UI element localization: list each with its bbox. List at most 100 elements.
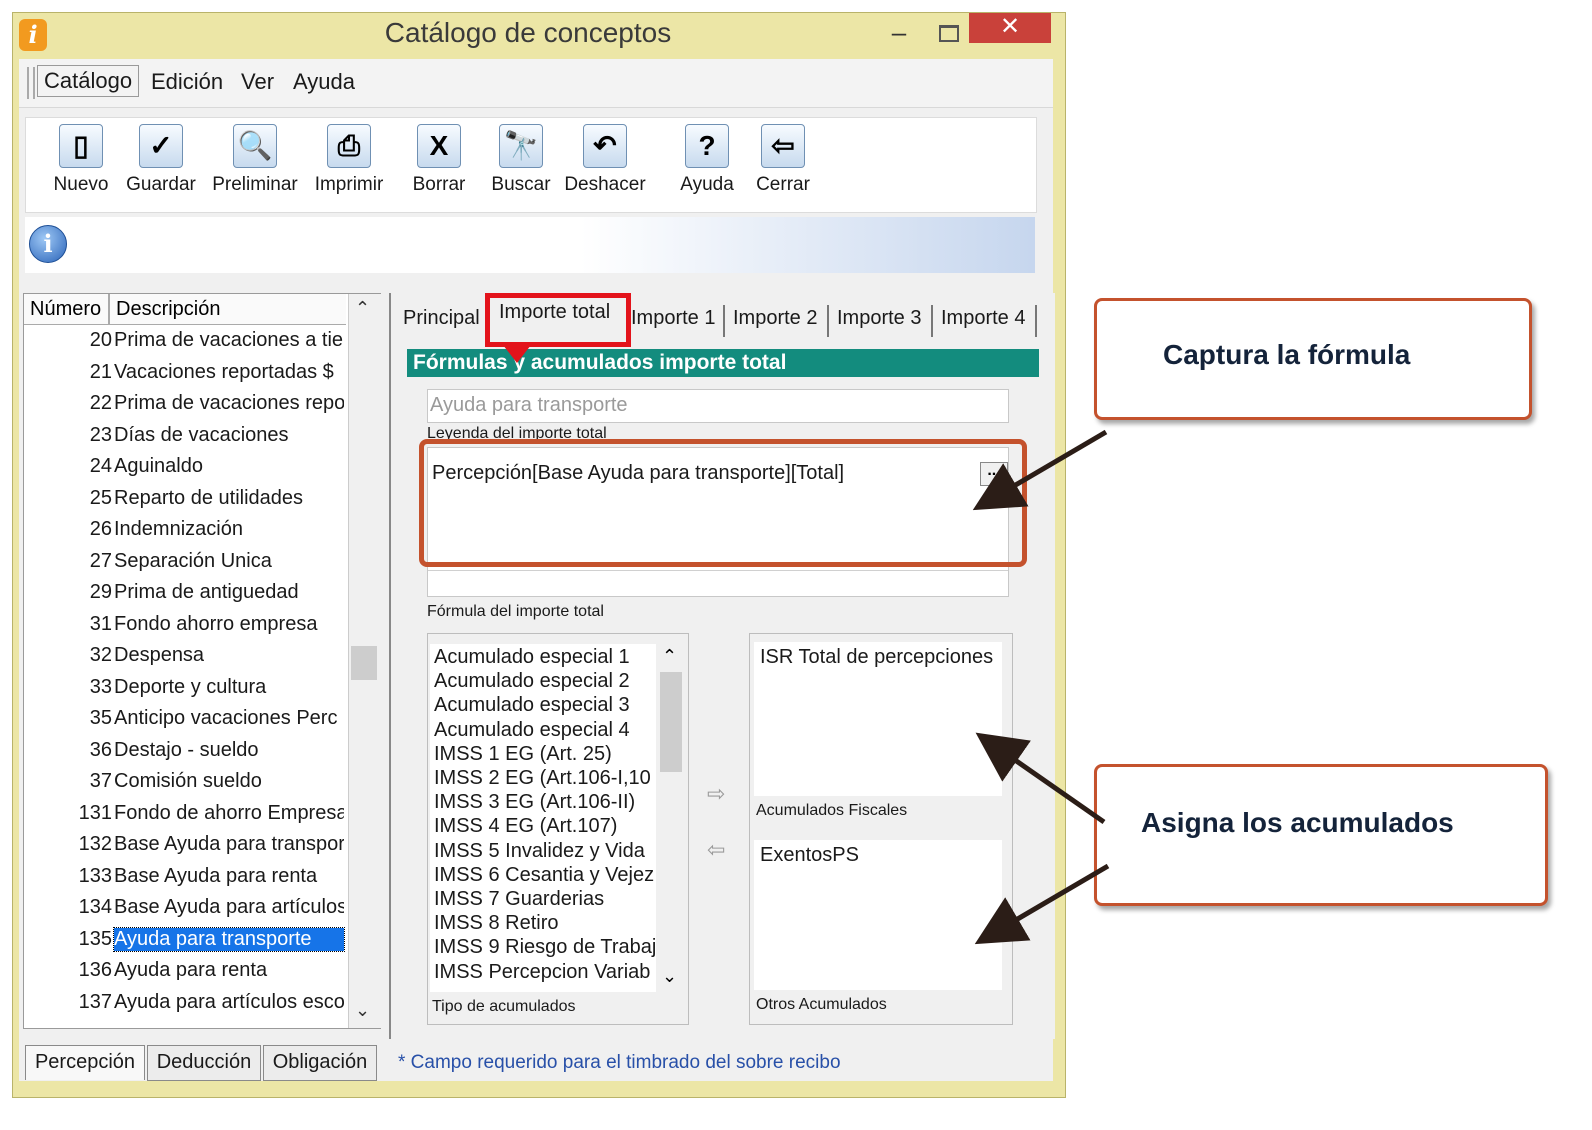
tab-principal[interactable]: Principal xyxy=(403,307,480,337)
list-item[interactable]: ExentosPS xyxy=(760,844,859,867)
accumulator-list-scrollbar[interactable]: ⌃ ⌄ xyxy=(656,644,686,992)
row-number: 37 xyxy=(89,770,112,792)
maximize-button[interactable] xyxy=(927,19,967,49)
callout-accumulators: Asigna los acumulados xyxy=(1094,764,1548,906)
tab-importe-2[interactable]: Importe 2 xyxy=(733,307,817,337)
tab-importe-4[interactable]: Importe 4 xyxy=(941,307,1025,337)
remove-accumulator-arrow-icon[interactable]: ⇦ xyxy=(707,837,725,863)
accumulator-types-list[interactable]: Acumulado especial 1 Acumulado especial 2… xyxy=(430,644,656,992)
row-description: Base Ayuda para artículos xyxy=(114,896,344,918)
status-note: * Campo requerido para el timbrado del s… xyxy=(398,1052,841,1073)
toolbar-preliminar-button[interactable]: 🔍 Preliminar xyxy=(210,124,300,210)
list-item[interactable]: Acumulado especial 2 xyxy=(434,670,656,693)
list-item[interactable]: ISR Total de percepciones xyxy=(760,646,993,669)
list-item[interactable]: IMSS 3 EG (Art.106-II) xyxy=(434,791,656,814)
menu-bar: Catálogo Edición Ver Ayuda xyxy=(19,59,1053,108)
row-number: 29 xyxy=(89,581,112,603)
menu-edicion[interactable]: Edición xyxy=(151,69,223,95)
list-item[interactable]: IMSS 8 Retiro xyxy=(434,912,656,935)
concept-rows: 20 Prima de vacaciones a tie 21 Vacaciones … xyxy=(24,326,346,1026)
table-row[interactable]: 135 Ayuda para transporte xyxy=(24,925,346,955)
table-row[interactable]: 23 Días de vacaciones xyxy=(24,421,346,451)
toolbar-deshacer-button[interactable]: ↶ Deshacer xyxy=(560,124,650,210)
legend-input[interactable]: Ayuda para transporte xyxy=(427,389,1009,423)
row-description: Indemnización xyxy=(114,518,243,540)
list-item[interactable]: IMSS 4 EG (Art.107) xyxy=(434,815,656,838)
tab-obligacion[interactable]: Obligación xyxy=(263,1045,377,1081)
scroll-up-icon[interactable]: ⌃ xyxy=(355,298,370,319)
column-header-description[interactable]: Descripción xyxy=(116,298,220,321)
menu-ver[interactable]: Ver xyxy=(241,69,274,95)
formula-label: Fórmula del importe total xyxy=(427,603,604,620)
list-item[interactable]: IMSS Percepcion Variab xyxy=(434,961,656,984)
close-button[interactable]: ✕ xyxy=(969,13,1051,43)
toolbar-borrar-button[interactable]: X Borrar xyxy=(394,124,484,210)
row-description: Separación Unica xyxy=(114,549,272,572)
fiscal-accumulators-list[interactable]: ISR Total de percepciones xyxy=(754,642,1002,796)
row-description: Destajo - sueldo xyxy=(114,738,259,761)
column-divider[interactable] xyxy=(108,294,110,324)
table-row[interactable]: 133 Base Ayuda para renta xyxy=(24,862,346,892)
table-row[interactable]: 136 Ayuda para renta xyxy=(24,956,346,986)
table-row[interactable]: 22 Prima de vacaciones repo xyxy=(24,389,346,419)
row-number: 136 xyxy=(78,959,112,981)
scroll-thumb[interactable] xyxy=(351,646,377,680)
table-row[interactable]: 35 Anticipo vacaciones Perc xyxy=(24,704,346,734)
toolbar-label: Preliminar xyxy=(212,174,298,195)
table-row[interactable]: 27 Separación Unica xyxy=(24,547,346,577)
toolbar-nuevo-button[interactable]: ▯ Nuevo xyxy=(36,124,126,210)
list-item[interactable]: IMSS 5 Invalidez y Vida xyxy=(434,840,656,863)
toolbar-buscar-button[interactable]: 🔭 Buscar xyxy=(476,124,566,210)
table-row[interactable]: 131 Fondo de ahorro Empresa xyxy=(24,799,346,829)
title-bar[interactable]: i Catálogo de conceptos – ✕ xyxy=(13,13,1065,59)
table-row[interactable]: 29 Prima de antiguedad xyxy=(24,578,346,608)
table-row[interactable]: 20 Prima de vacaciones a tie xyxy=(24,326,346,356)
row-description: Base Ayuda para transpor xyxy=(114,833,344,855)
table-row[interactable]: 134 Base Ayuda para artículos xyxy=(24,893,346,923)
table-row[interactable]: 21 Vacaciones reportadas $ xyxy=(24,358,346,388)
row-description: Reparto de utilidades xyxy=(114,486,304,509)
table-row[interactable]: 26 Indemnización xyxy=(24,515,346,545)
list-item[interactable]: IMSS 7 Guarderias xyxy=(434,888,656,911)
table-row[interactable]: 132 Base Ayuda para transpor xyxy=(24,830,346,860)
other-accumulators-list[interactable]: ExentosPS xyxy=(754,840,1002,990)
add-accumulator-arrow-icon[interactable]: ⇨ xyxy=(707,781,725,807)
menu-ayuda[interactable]: Ayuda xyxy=(293,69,355,95)
scroll-down-icon[interactable]: ⌄ xyxy=(355,1000,370,1021)
scroll-up-icon[interactable]: ⌃ xyxy=(662,646,677,667)
toolbar-cerrar-button[interactable]: ⇦ Cerrar xyxy=(738,124,828,210)
callout-formula-text: Captura la fórmula xyxy=(1163,339,1411,370)
scroll-thumb[interactable] xyxy=(660,672,682,772)
list-item[interactable]: Acumulado especial 4 xyxy=(434,719,656,742)
row-number: 24 xyxy=(89,455,112,477)
list-item[interactable]: IMSS 1 EG (Art. 25) xyxy=(434,743,656,766)
table-row[interactable]: 32 Despensa xyxy=(24,641,346,671)
concept-list-scrollbar[interactable]: ⌃ ⌄ xyxy=(348,294,381,1028)
column-header-number[interactable]: Número xyxy=(30,298,101,321)
table-row[interactable]: 137 Ayuda para artículos esco xyxy=(24,988,346,1018)
scroll-down-icon[interactable]: ⌄ xyxy=(662,966,677,987)
table-row[interactable]: 33 Deporte y cultura xyxy=(24,673,346,703)
table-row[interactable]: 25 Reparto de utilidades xyxy=(24,484,346,514)
print-preview-icon: 🔍 xyxy=(233,124,277,168)
table-row[interactable]: 37 Comisión sueldo xyxy=(24,767,346,797)
table-row[interactable]: 31 Fondo ahorro empresa xyxy=(24,610,346,640)
row-description: Deporte y cultura xyxy=(114,675,267,698)
list-item[interactable]: IMSS 6 Cesantia y Vejez xyxy=(434,864,656,887)
list-item[interactable]: Acumulado especial 1 xyxy=(434,646,656,669)
tab-deduccion[interactable]: Deducción xyxy=(147,1045,261,1081)
table-row[interactable]: 24 Aguinaldo xyxy=(24,452,346,482)
menu-catalogo[interactable]: Catálogo xyxy=(37,65,140,97)
toolbar-guardar-button[interactable]: ✓ Guardar xyxy=(116,124,206,210)
table-row[interactable]: 36 Destajo - sueldo xyxy=(24,736,346,766)
tab-percepcion[interactable]: Percepción xyxy=(25,1045,145,1080)
tab-importe-1[interactable]: Importe 1 xyxy=(631,307,715,337)
list-item[interactable]: IMSS 2 EG (Art.106-I,10 xyxy=(434,767,656,790)
list-item[interactable]: Acumulado especial 3 xyxy=(434,694,656,717)
menu-grip-handle[interactable] xyxy=(27,67,35,99)
tab-importe-3[interactable]: Importe 3 xyxy=(837,307,921,337)
toolbar-imprimir-button[interactable]: ⎙ Imprimir xyxy=(304,124,394,210)
list-item[interactable]: IMSS 9 Riesgo de Trabajo xyxy=(434,936,656,959)
row-description: Base Ayuda para renta xyxy=(114,864,318,887)
minimize-button[interactable]: – xyxy=(879,19,919,49)
